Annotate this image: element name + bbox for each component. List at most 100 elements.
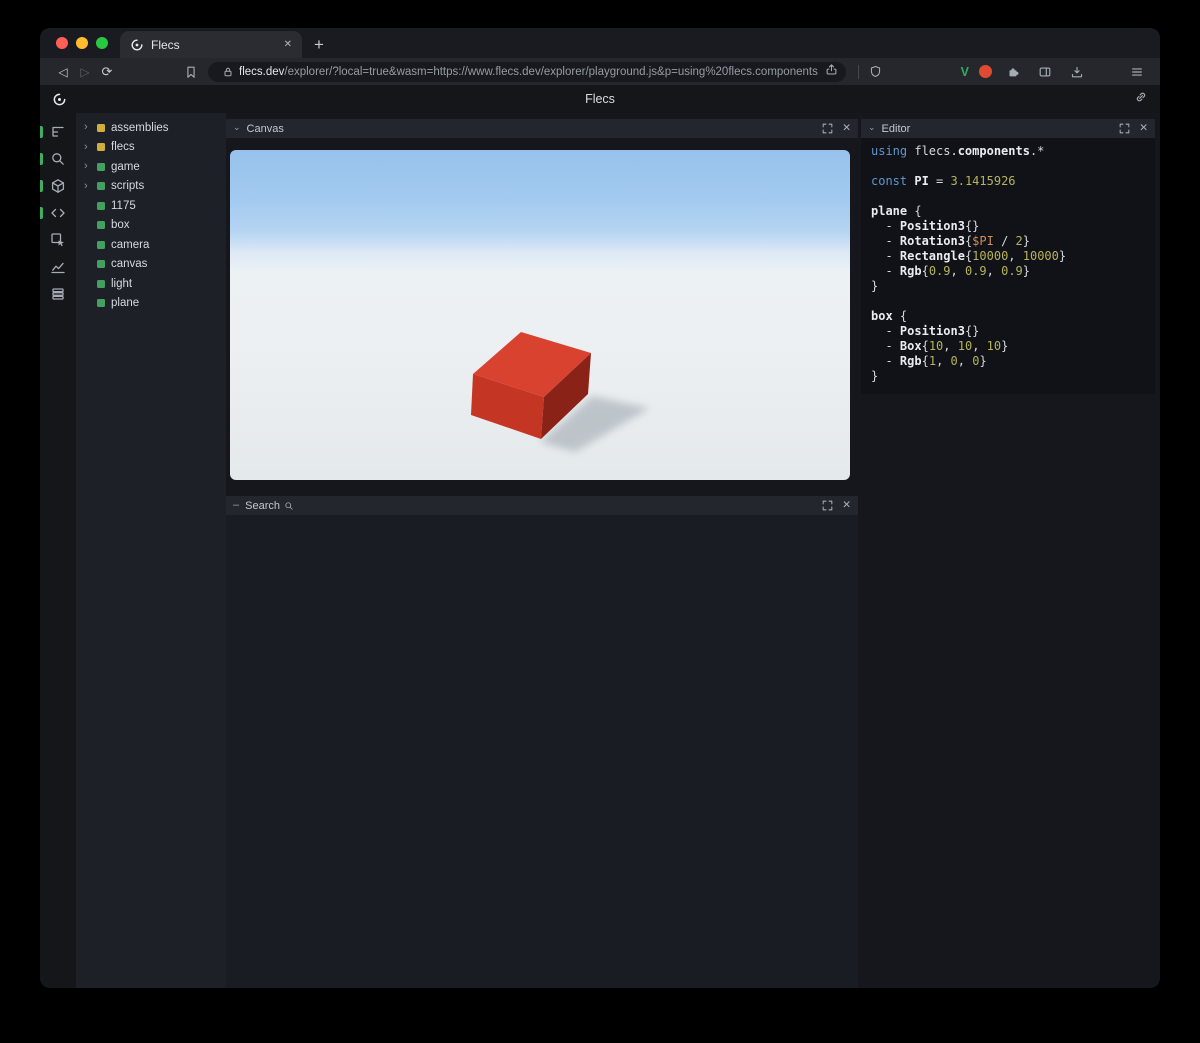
code-line: - Position3{} <box>871 219 980 233</box>
active-indicator <box>40 152 43 165</box>
tree-item-plane[interactable]: plane <box>76 294 226 314</box>
tab-title: Flecs <box>151 37 180 52</box>
tree-item-assemblies[interactable]: › assemblies <box>76 118 226 138</box>
chevron-down-icon[interactable]: ⌄ <box>868 123 876 132</box>
tree-item-game[interactable]: › game <box>76 157 226 177</box>
editor-code[interactable]: using flecs.components.* const PI = 3.14… <box>861 138 1155 394</box>
rail-button-chart[interactable] <box>40 253 76 280</box>
panel-title: Editor <box>881 122 911 135</box>
tree-item-1175[interactable]: 1175 <box>76 196 226 216</box>
canvas-column: ⌄ Canvas ✕ – Search ✕ <box>226 119 858 988</box>
search-icon <box>52 152 64 165</box>
code-line: } <box>871 279 879 293</box>
rail-button-hierarchy[interactable] <box>40 118 76 145</box>
close-icon[interactable]: ✕ <box>842 500 851 511</box>
entity-label: plane <box>111 297 140 310</box>
browser-tab[interactable]: Flecs ✕ <box>120 31 302 58</box>
entity-color-swatch <box>97 221 105 230</box>
downloads-icon[interactable] <box>1066 65 1088 79</box>
rail-button-cube[interactable] <box>40 172 76 199</box>
desktop-background: Flecs ✕ + ◁ ▷ ⟳ flecs.dev /explorer/?loc… <box>0 0 1200 1043</box>
rail-button-inspect[interactable] <box>40 226 76 253</box>
orange-extension-icon[interactable] <box>979 65 992 78</box>
entity-label: light <box>111 277 133 290</box>
chart-icon <box>51 262 65 273</box>
tree-item-box[interactable]: box <box>76 216 226 236</box>
entity-label: scripts <box>111 180 145 193</box>
side-panel-icon[interactable] <box>1034 65 1056 79</box>
expand-icon[interactable] <box>822 123 833 134</box>
tree-item-canvas[interactable]: canvas <box>76 255 226 275</box>
url-domain: flecs.dev <box>239 65 285 78</box>
shield-icon[interactable] <box>865 65 887 78</box>
new-tab-button[interactable]: + <box>314 36 324 53</box>
browser-toolbar: ◁ ▷ ⟳ flecs.dev /explorer/?local=true&wa… <box>40 58 1160 85</box>
page-title: Flecs <box>585 92 615 106</box>
close-window-button[interactable] <box>56 37 68 49</box>
app-header: Flecs <box>40 85 1160 113</box>
toolbar-divider <box>857 64 859 79</box>
bookmark-icon[interactable] <box>180 65 202 79</box>
inspect-icon <box>51 232 64 246</box>
close-icon[interactable]: ✕ <box>1139 123 1148 134</box>
entity-color-swatch <box>97 201 105 210</box>
code-line: - Position3{} <box>871 324 980 338</box>
code-line: } <box>871 369 879 383</box>
editor-column: ⌄ Editor ✕ using flecs.components.* cons… <box>861 119 1155 988</box>
search-panel-body <box>226 515 858 988</box>
search-panel-header[interactable]: – Search ✕ <box>226 496 858 515</box>
canvas-panel-header[interactable]: ⌄ Canvas ✕ <box>226 119 858 138</box>
zoom-window-button[interactable] <box>96 37 108 49</box>
minimize-window-button[interactable] <box>76 37 88 49</box>
tree-item-scripts[interactable]: › scripts <box>76 177 226 197</box>
menu-icon[interactable] <box>1126 65 1148 79</box>
puzzle-extensions-icon[interactable] <box>1002 65 1024 79</box>
main-area: ⌄ Canvas ✕ – Search ✕ ⌄ Editor ✕ using f… <box>226 113 1160 988</box>
entity-label: assemblies <box>111 121 169 134</box>
editor-panel: ⌄ Editor ✕ using flecs.components.* cons… <box>861 119 1155 394</box>
expand-arrow-icon[interactable]: › <box>84 122 91 133</box>
expand-arrow-icon[interactable]: › <box>84 161 91 172</box>
rail-button-rows[interactable] <box>40 280 76 307</box>
tree-item-light[interactable]: light <box>76 274 226 294</box>
entity-color-swatch <box>97 182 105 191</box>
active-indicator <box>40 206 43 219</box>
entity-label: game <box>111 160 140 173</box>
close-icon[interactable]: ✕ <box>842 123 851 134</box>
code-line: - Box{10, 10, 10} <box>871 339 1009 353</box>
chevron-down-icon[interactable]: ⌄ <box>233 123 241 132</box>
cube-icon <box>51 178 65 193</box>
lock-icon <box>217 66 239 78</box>
entity-label: 1175 <box>111 199 136 212</box>
entity-label: camera <box>111 238 150 251</box>
tab-close-icon[interactable]: ✕ <box>282 38 294 52</box>
tree-item-camera[interactable]: camera <box>76 235 226 255</box>
active-indicator <box>40 125 43 138</box>
entity-color-swatch <box>97 123 105 132</box>
address-bar[interactable]: flecs.dev /explorer/?local=true&wasm=htt… <box>208 61 846 82</box>
share-icon[interactable] <box>825 63 838 81</box>
expand-arrow-icon[interactable]: › <box>84 141 91 153</box>
entity-label: box <box>111 219 130 232</box>
entity-color-swatch <box>97 279 105 288</box>
canvas-panel-body <box>226 138 858 496</box>
reload-button[interactable]: ⟳ <box>96 64 118 80</box>
entity-label: canvas <box>111 258 148 271</box>
rail-button-code[interactable] <box>40 199 76 226</box>
collapse-dash-icon[interactable]: – <box>233 500 239 511</box>
vimium-extension-icon[interactable]: V <box>961 65 969 79</box>
3d-viewport[interactable] <box>230 150 850 480</box>
url-path: /explorer/?local=true&wasm=https://www.f… <box>284 65 819 78</box>
editor-panel-header[interactable]: ⌄ Editor ✕ <box>861 119 1155 138</box>
expand-arrow-icon[interactable]: › <box>84 180 91 192</box>
code-line: - Rgb{1, 0, 0} <box>871 354 987 368</box>
entity-color-swatch <box>97 260 105 269</box>
expand-icon[interactable] <box>822 500 833 511</box>
code-line: const PI = 3.1415926 <box>871 174 1016 188</box>
forward-button[interactable]: ▷ <box>74 65 96 79</box>
expand-icon[interactable] <box>1119 123 1130 134</box>
tree-item-flecs[interactable]: › flecs <box>76 138 226 158</box>
back-button[interactable]: ◁ <box>52 65 74 79</box>
rail-button-search[interactable] <box>40 145 76 172</box>
